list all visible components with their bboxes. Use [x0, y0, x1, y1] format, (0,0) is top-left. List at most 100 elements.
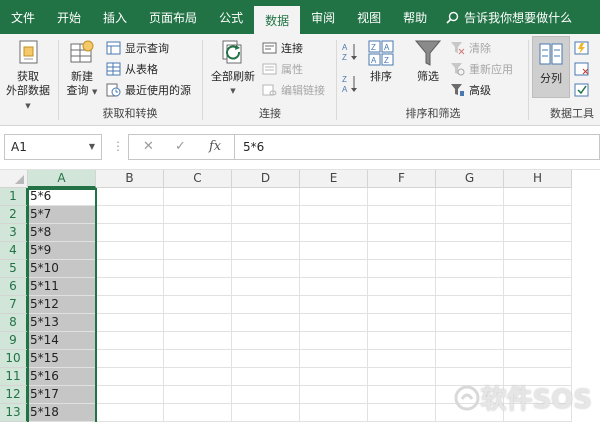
cell[interactable] — [300, 224, 368, 242]
cell[interactable] — [164, 188, 232, 206]
formula-input[interactable]: 5*6 — [234, 134, 600, 160]
cell[interactable] — [368, 260, 436, 278]
row-header[interactable]: 3 — [0, 224, 28, 242]
cell-a[interactable]: 5*9 — [28, 242, 96, 260]
cell-a[interactable]: 5*7 — [28, 206, 96, 224]
text-to-columns-button[interactable]: 分列 — [532, 36, 570, 98]
cell[interactable] — [164, 260, 232, 278]
data-validation-button[interactable] — [574, 80, 590, 100]
cell[interactable] — [300, 278, 368, 296]
cell[interactable] — [232, 224, 300, 242]
properties-button[interactable]: 属性 — [262, 59, 303, 79]
cell[interactable] — [96, 224, 164, 242]
cell[interactable] — [232, 314, 300, 332]
row-header[interactable]: 8 — [0, 314, 28, 332]
cell[interactable] — [96, 188, 164, 206]
from-table-button[interactable]: 从表格 — [106, 59, 158, 79]
cell[interactable] — [368, 224, 436, 242]
tab-page-layout[interactable]: 页面布局 — [138, 0, 208, 34]
cell[interactable] — [368, 188, 436, 206]
cell[interactable] — [504, 206, 572, 224]
cell[interactable] — [300, 206, 368, 224]
cell[interactable] — [164, 296, 232, 314]
column-header-f[interactable]: F — [368, 170, 436, 188]
cell[interactable] — [436, 350, 504, 368]
sort-descending-button[interactable]: ZA — [342, 74, 358, 94]
new-query-button[interactable]: 新建 查询 ▼ — [62, 38, 102, 99]
cell-a[interactable]: 5*17 — [28, 386, 96, 404]
cell[interactable] — [232, 296, 300, 314]
cell[interactable] — [368, 404, 436, 422]
cell[interactable] — [96, 386, 164, 404]
cell[interactable] — [436, 314, 504, 332]
cell[interactable] — [436, 188, 504, 206]
cell[interactable] — [96, 404, 164, 422]
cell[interactable] — [232, 332, 300, 350]
cell[interactable] — [232, 206, 300, 224]
worksheet-grid[interactable]: ABCDEFGH 1 5*6 2 5*7 3 5*8 4 5*9 5 5*10 6 5*11 7 5*12… — [0, 170, 600, 422]
cell[interactable] — [300, 314, 368, 332]
cell[interactable] — [504, 224, 572, 242]
column-header-c[interactable]: C — [164, 170, 232, 188]
formula-bar-resize-handle[interactable]: ⋮ — [112, 139, 124, 153]
cell[interactable] — [300, 188, 368, 206]
edit-links-button[interactable]: 编辑链接 — [262, 80, 325, 100]
cell[interactable] — [164, 314, 232, 332]
cell[interactable] — [96, 368, 164, 386]
row-header[interactable]: 12 — [0, 386, 28, 404]
column-header-g[interactable]: G — [436, 170, 504, 188]
cell-a[interactable]: 5*11 — [28, 278, 96, 296]
cell[interactable] — [300, 242, 368, 260]
cell[interactable] — [504, 314, 572, 332]
row-header[interactable]: 2 — [0, 206, 28, 224]
column-header-e[interactable]: E — [300, 170, 368, 188]
clear-filter-button[interactable]: 清除 — [450, 38, 491, 58]
cell[interactable] — [436, 242, 504, 260]
row-header[interactable]: 4 — [0, 242, 28, 260]
tab-file[interactable]: 文件 — [0, 0, 46, 34]
cell[interactable] — [368, 386, 436, 404]
filter-button[interactable]: 筛选 — [410, 38, 446, 84]
refresh-all-button[interactable]: 全部刷新 ▼ — [206, 38, 260, 98]
cell[interactable] — [232, 188, 300, 206]
tell-me-box[interactable]: 告诉我你想要做什么 — [446, 0, 572, 34]
cell[interactable] — [436, 206, 504, 224]
cell[interactable] — [232, 368, 300, 386]
cell[interactable] — [164, 386, 232, 404]
cell[interactable] — [368, 332, 436, 350]
cell-a[interactable]: 5*16 — [28, 368, 96, 386]
row-header[interactable]: 7 — [0, 296, 28, 314]
cell-a[interactable]: 5*10 — [28, 260, 96, 278]
row-header[interactable]: 9 — [0, 332, 28, 350]
tab-formulas[interactable]: 公式 — [208, 0, 254, 34]
cell[interactable] — [96, 206, 164, 224]
chevron-down-icon[interactable]: ▼ — [89, 142, 95, 151]
cell[interactable] — [504, 278, 572, 296]
row-header[interactable]: 1 — [0, 188, 28, 206]
column-header-d[interactable]: D — [232, 170, 300, 188]
cell-a[interactable]: 5*8 — [28, 224, 96, 242]
enter-check-icon[interactable]: ✓ — [175, 139, 186, 154]
recent-sources-button[interactable]: 最近使用的源 — [106, 80, 191, 100]
cell[interactable] — [164, 242, 232, 260]
row-header[interactable]: 11 — [0, 368, 28, 386]
sort-button[interactable]: ZAAZ 排序 — [364, 38, 398, 84]
insert-function-button[interactable]: fx — [209, 139, 221, 154]
cell[interactable] — [368, 242, 436, 260]
column-header-b[interactable]: B — [96, 170, 164, 188]
cell[interactable] — [96, 296, 164, 314]
show-queries-button[interactable]: 显示查询 — [106, 38, 169, 58]
flash-fill-button[interactable] — [574, 38, 590, 58]
cell[interactable] — [300, 350, 368, 368]
cell[interactable] — [300, 332, 368, 350]
cell[interactable] — [96, 350, 164, 368]
cell[interactable] — [164, 278, 232, 296]
cell[interactable] — [436, 296, 504, 314]
reapply-button[interactable]: 重新应用 — [450, 59, 513, 79]
cell[interactable] — [232, 278, 300, 296]
cell[interactable] — [300, 404, 368, 422]
cell[interactable] — [504, 188, 572, 206]
row-header[interactable]: 5 — [0, 260, 28, 278]
row-header[interactable]: 13 — [0, 404, 28, 422]
cell[interactable] — [368, 296, 436, 314]
